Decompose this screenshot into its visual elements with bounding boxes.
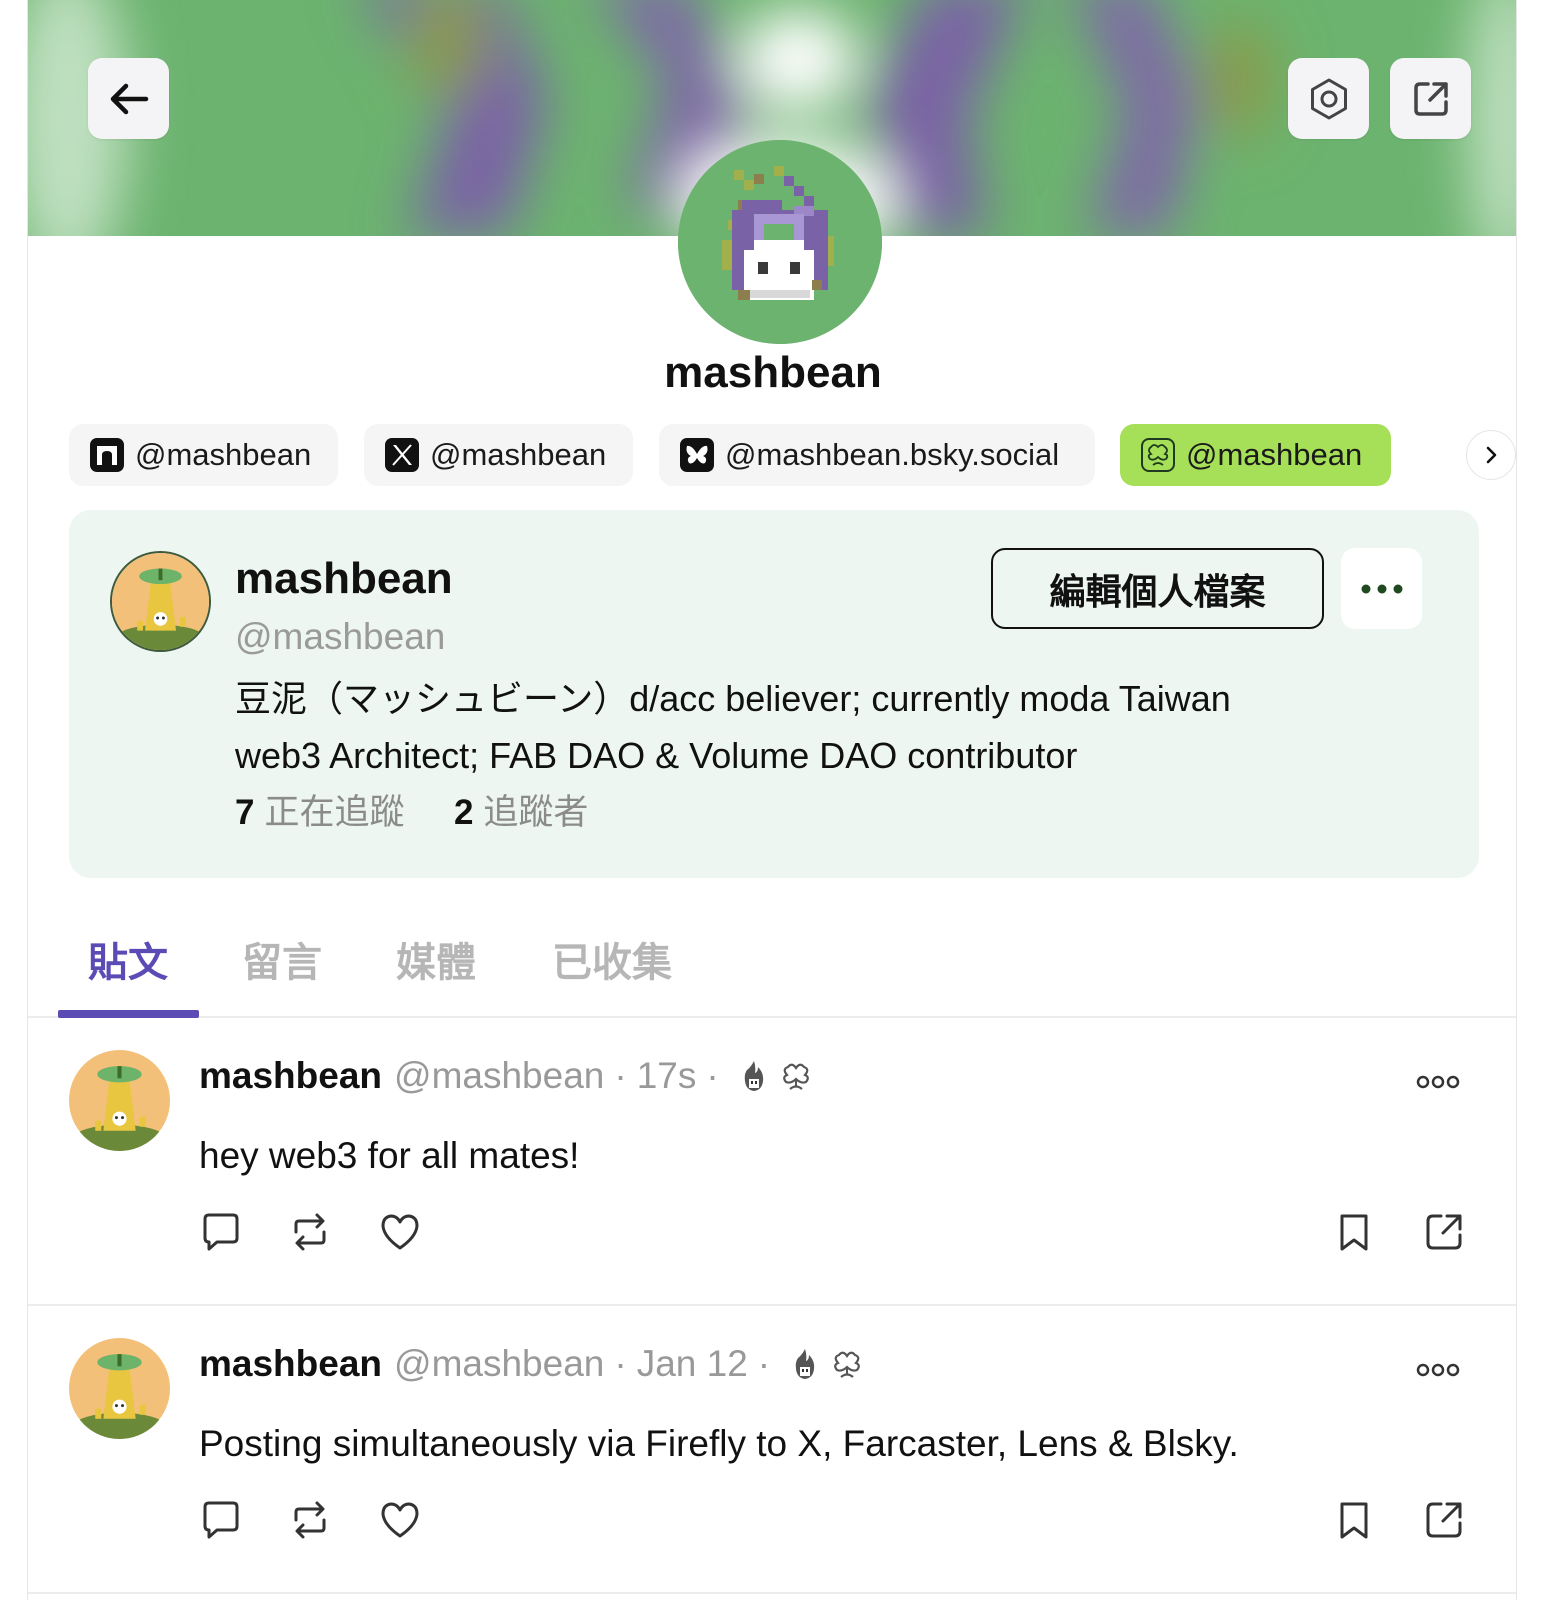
farcaster-icon xyxy=(89,437,125,473)
follow-stats: 7 正在追蹤 2 追蹤者 xyxy=(235,784,588,835)
post-time: 17s xyxy=(636,1055,697,1096)
chip-farcaster[interactable]: @mashbean xyxy=(69,424,338,486)
card-name: mashbean xyxy=(235,554,453,603)
external-share-icon xyxy=(1426,1214,1462,1250)
post-time: Jan 12 xyxy=(636,1343,748,1384)
more-dots-icon xyxy=(1361,584,1402,593)
post-avatar[interactable] xyxy=(69,1050,170,1151)
post-share-button[interactable] xyxy=(1422,1210,1466,1254)
profile-more-button[interactable] xyxy=(1341,548,1422,629)
bookmark-button[interactable] xyxy=(1332,1498,1376,1542)
display-name: mashbean xyxy=(664,348,882,397)
lens-source-icon xyxy=(779,1058,813,1094)
card-handle: @mashbean xyxy=(235,616,446,657)
separator-dot: · xyxy=(614,1055,627,1096)
tab-media[interactable]: 媒體 xyxy=(396,930,476,988)
post-author-name[interactable]: mashbean xyxy=(199,1343,382,1385)
post-text: hey web3 for all mates! xyxy=(199,1135,580,1176)
post-text: Posting simultaneously via Firefly to X,… xyxy=(199,1423,1239,1464)
chip-label: @mashbean xyxy=(1186,437,1363,472)
followers-label: 追蹤者 xyxy=(483,793,589,832)
post-header: mashbean @mashbean · Jan 12 · xyxy=(199,1343,864,1385)
reply-button[interactable] xyxy=(199,1498,243,1542)
bluesky-icon xyxy=(679,437,715,473)
profile-card: mashbean @mashbean 豆泥（マッシュビーン）d/acc beli… xyxy=(69,510,1479,878)
chips-next-button[interactable] xyxy=(1466,430,1516,480)
more-dots-icon xyxy=(1416,1075,1460,1089)
bookmark-button[interactable] xyxy=(1332,1210,1376,1254)
post-more-button[interactable] xyxy=(1416,1072,1460,1092)
chip-x[interactable]: @mashbean xyxy=(364,424,633,486)
x-icon xyxy=(384,437,420,473)
like-button[interactable] xyxy=(378,1210,422,1254)
reply-button[interactable] xyxy=(199,1210,243,1254)
chip-label: @mashbean xyxy=(135,437,312,472)
following-count: 7 xyxy=(235,793,255,832)
chip-bluesky[interactable]: @mashbean.bsky.social xyxy=(659,424,1095,486)
tab-posts[interactable]: 貼文 xyxy=(88,930,168,988)
settings-button[interactable] xyxy=(1288,58,1369,139)
heart-icon xyxy=(381,1502,419,1538)
chevron-right-icon xyxy=(1486,446,1497,464)
profile-avatar[interactable] xyxy=(678,140,882,344)
tab-replies[interactable]: 留言 xyxy=(242,930,322,988)
arrow-left-icon xyxy=(110,83,148,114)
external-share-icon xyxy=(1426,1502,1462,1538)
separator-dot: · xyxy=(706,1055,719,1096)
profile-tabs: 貼文 留言 媒體 已收集 xyxy=(28,910,1516,1018)
comment-icon xyxy=(203,1213,239,1251)
firefly-source-icon xyxy=(737,1058,771,1094)
following-label: 正在追蹤 xyxy=(264,793,405,832)
bio-line: 豆泥（マッシュビーン）d/acc believer; currently mod… xyxy=(235,678,1231,719)
post-avatar[interactable] xyxy=(69,1338,170,1439)
back-button[interactable] xyxy=(88,58,169,139)
post-author-handle[interactable]: @mashbean xyxy=(394,1055,604,1097)
chip-label: @mashbean.bsky.social xyxy=(725,437,1060,472)
bio-line: web3 Architect; FAB DAO & Volume DAO con… xyxy=(235,735,1078,776)
active-tab-indicator xyxy=(58,1010,199,1018)
heart-icon xyxy=(381,1214,419,1250)
followers-link[interactable]: 2 追蹤者 xyxy=(454,793,588,832)
post-share-button[interactable] xyxy=(1422,1498,1466,1542)
card-avatar[interactable] xyxy=(110,551,211,652)
post-actions xyxy=(28,1210,1516,1258)
lens-source-icon xyxy=(830,1346,864,1382)
firefly-source-icon xyxy=(788,1346,822,1382)
repost-button[interactable] xyxy=(288,1498,332,1542)
chip-label: @mashbean xyxy=(430,437,607,472)
separator-dot: · xyxy=(757,1343,771,1384)
card-bio: 豆泥（マッシュビーン）d/acc believer; currently mod… xyxy=(235,670,1385,784)
bookmark-icon xyxy=(1340,1214,1368,1251)
lens-icon xyxy=(1140,437,1176,473)
tab-collected[interactable]: 已收集 xyxy=(552,930,672,988)
post-more-button[interactable] xyxy=(1416,1360,1460,1380)
post-actions xyxy=(28,1498,1516,1546)
share-button[interactable] xyxy=(1390,58,1471,139)
repost-button[interactable] xyxy=(288,1210,332,1254)
separator-dot: · xyxy=(614,1343,627,1384)
social-accounts-row: @mashbean @mashbean @mashbean.bsky.socia… xyxy=(69,424,1516,486)
post-author-handle[interactable]: @mashbean xyxy=(394,1343,604,1385)
following-link[interactable]: 7 正在追蹤 xyxy=(235,793,404,832)
profile-page: mashbean @mashbean @mashbean @mashbean.b… xyxy=(27,0,1517,1600)
bookmark-icon xyxy=(1340,1502,1368,1539)
edit-profile-button[interactable]: 編輯個人檔案 xyxy=(991,548,1324,629)
repost-icon xyxy=(294,1213,326,1251)
followers-count: 2 xyxy=(453,793,474,832)
chip-lens[interactable]: @mashbean xyxy=(1120,424,1391,486)
post-author-name[interactable]: mashbean xyxy=(199,1055,382,1097)
gear-icon xyxy=(1310,78,1347,119)
external-share-icon xyxy=(1413,81,1448,116)
post-header: mashbean @mashbean · 17s · xyxy=(199,1055,813,1097)
like-button[interactable] xyxy=(378,1498,422,1542)
more-dots-icon xyxy=(1416,1363,1460,1377)
repost-icon xyxy=(294,1501,326,1539)
comment-icon xyxy=(203,1501,239,1539)
post-item[interactable]: mashbean @mashbean · Jan 12 · Posting si… xyxy=(28,1308,1516,1594)
post-item[interactable]: mashbean @mashbean · 17s · hey web3 for … xyxy=(28,1020,1516,1306)
